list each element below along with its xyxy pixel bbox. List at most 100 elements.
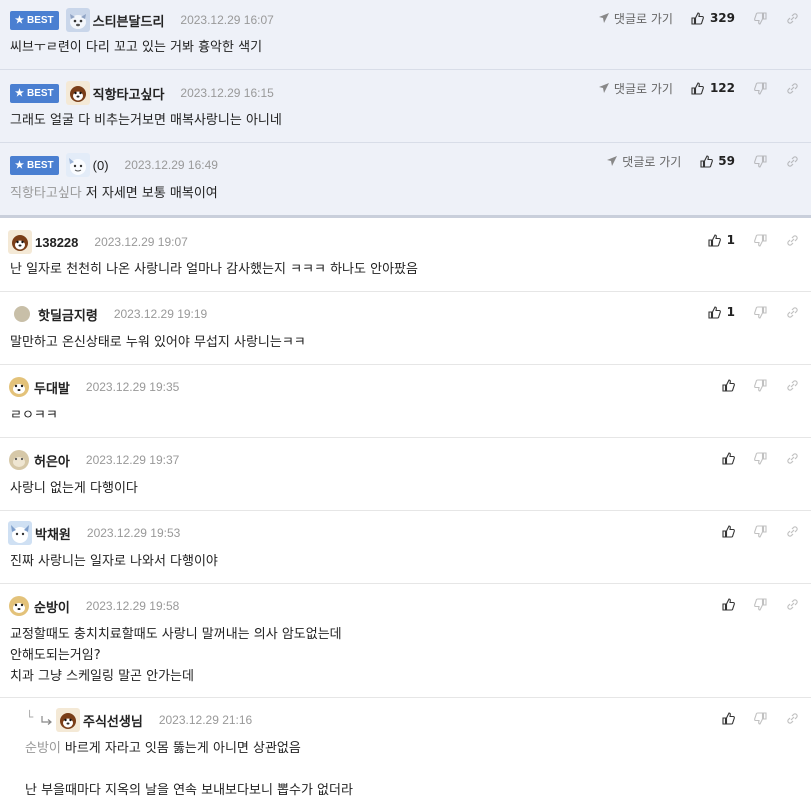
thumbs-down-icon[interactable] [753, 524, 767, 538]
best-badge: ★ BEST [10, 155, 59, 175]
like-button[interactable]: 1 [708, 233, 735, 247]
thumbs-up-icon [699, 154, 713, 168]
best-comment: ★ BEST 스티븐달드리 2023.12.29 16:07 댓글로 가기 329… [0, 0, 811, 70]
like-button[interactable] [721, 711, 735, 725]
comment-item: 두대발 2023.12.29 19:35 ㄹㅇㅋㅋ [0, 365, 811, 438]
thumbs-up-icon [721, 711, 735, 725]
like-count: 1 [726, 305, 735, 319]
like-button[interactable]: 122 [691, 81, 735, 95]
like-button[interactable] [721, 524, 735, 538]
best-badge: ★ BEST [10, 83, 59, 103]
thumbs-up-icon [708, 233, 722, 247]
thumbs-down-icon[interactable] [753, 378, 767, 392]
best-comment: ★ BEST (0) 2023.12.29 16:49 댓글로 가기 59 직항타… [0, 143, 811, 218]
thumbs-down-icon[interactable] [753, 233, 767, 247]
star-icon: ★ [15, 87, 24, 99]
arrow-icon [597, 81, 611, 95]
link-icon[interactable] [785, 451, 799, 465]
comment-text: ㄹㅇㅋㅋ [10, 408, 58, 423]
nickname[interactable]: 주식선생님 [83, 711, 143, 730]
link-icon[interactable] [785, 233, 799, 247]
thumbs-down-icon[interactable] [753, 597, 767, 611]
mention[interactable]: 순방이 [25, 741, 61, 756]
nickname[interactable]: 순방이 [34, 597, 70, 616]
avatar[interactable] [8, 595, 30, 617]
best-badge: ★ BEST [10, 10, 59, 30]
comment-date: 2023.12.29 19:37 [85, 453, 180, 467]
thumbs-down-icon[interactable] [753, 81, 767, 95]
comment-text: 교정할때도 충치치료할때도 사랑니 말꺼내는 의사 암도없는데 안해도되는거임?… [10, 627, 342, 684]
link-icon[interactable] [785, 711, 799, 725]
like-button[interactable] [721, 451, 735, 465]
comment-text: 말만하고 온신상태로 누워 있어야 무섭지 사랑니는ㅋㅋ [10, 335, 306, 350]
avatar[interactable] [8, 230, 32, 254]
go-to-comment-link[interactable]: 댓글로 가기 [605, 153, 681, 170]
comment-date: 2023.12.29 19:19 [113, 307, 208, 321]
reply-item: └ 주식선생님 2023.12.29 21:16 순방이 바르게 자라고 잇몸 뚫… [0, 698, 811, 808]
comment-text: 씨브ㅜㄹ련이 다리 꼬고 있는 거봐 흉악한 색기 [10, 40, 263, 55]
comment-item: 138228 2023.12.29 19:07 1 난 일자로 천천히 나온 사… [0, 218, 811, 292]
comment-text: 난 일자로 천천히 나온 사랑니라 얼마나 감사했는지 ㅋㅋㅋ 하나도 안아팠음 [10, 262, 418, 277]
comment-date: 2023.12.29 19:07 [94, 235, 188, 249]
avatar[interactable] [14, 306, 30, 322]
thumbs-down-icon[interactable] [753, 451, 767, 465]
like-count: 329 [709, 11, 735, 25]
comment-date: 2023.12.29 19:58 [85, 599, 180, 613]
comment-list: ★ BEST 스티븐달드리 2023.12.29 16:07 댓글로 가기 329… [0, 0, 811, 810]
thumbs-down-icon[interactable] [753, 11, 767, 25]
avatar[interactable] [65, 153, 90, 177]
like-button[interactable] [721, 378, 735, 392]
thumbs-down-icon[interactable] [753, 711, 767, 725]
link-icon[interactable] [785, 305, 799, 319]
comment-date: 2023.12.29 16:07 [180, 13, 274, 27]
link-icon[interactable] [785, 81, 799, 95]
nickname[interactable]: 직항타고싶다 [93, 84, 165, 103]
nickname[interactable]: (0) [93, 158, 109, 173]
like-count: 59 [718, 154, 735, 168]
thumbs-down-icon[interactable] [753, 154, 767, 168]
avatar[interactable] [8, 449, 30, 471]
link-icon[interactable] [785, 597, 799, 611]
star-icon: ★ [15, 159, 24, 171]
nickname[interactable]: 박채원 [35, 524, 71, 543]
link-icon[interactable] [785, 11, 799, 25]
link-icon[interactable] [785, 154, 799, 168]
comment-date: 2023.12.29 16:15 [180, 86, 274, 100]
nickname[interactable]: 허은아 [34, 451, 70, 470]
comment-item: 허은아 2023.12.29 19:37 사랑니 없는게 다행이다 [0, 438, 811, 511]
nickname[interactable]: 두대발 [34, 378, 70, 397]
thumbs-up-icon [721, 597, 735, 611]
comment-date: 2023.12.29 16:49 [124, 158, 218, 172]
like-count: 122 [709, 81, 735, 95]
avatar[interactable] [65, 8, 90, 32]
avatar[interactable] [65, 81, 90, 105]
avatar[interactable] [56, 708, 80, 732]
comment-item: 핫딜금지령 2023.12.29 19:19 1 말만하고 온신상태로 누워 있… [0, 292, 811, 365]
like-button[interactable] [721, 597, 735, 611]
link-icon[interactable] [785, 524, 799, 538]
comment-text: 진짜 사랑니는 일자로 나와서 다행이야 [10, 554, 218, 569]
comment-date: 2023.12.29 21:16 [158, 713, 253, 727]
go-to-comment-link[interactable]: 댓글로 가기 [597, 80, 673, 97]
go-to-comment-link[interactable]: 댓글로 가기 [597, 10, 673, 27]
reply-arrow-icon: └ [26, 710, 34, 724]
arrow-icon [597, 11, 611, 25]
nickname[interactable]: 핫딜금지령 [38, 305, 98, 324]
mention[interactable]: 직항타고싶다 [10, 186, 82, 201]
like-button[interactable]: 329 [691, 11, 735, 25]
like-button[interactable]: 59 [699, 154, 735, 168]
best-comment: ★ BEST 직항타고싶다 2023.12.29 16:15 그래도 얼굴 다 비… [0, 70, 811, 143]
thumbs-up-icon [721, 451, 735, 465]
star-icon: ★ [15, 14, 24, 26]
avatar[interactable] [8, 376, 30, 398]
nickname[interactable]: 스티븐달드리 [93, 11, 165, 30]
avatar[interactable] [8, 521, 32, 545]
nickname[interactable]: 138228 [35, 235, 78, 250]
thumbs-down-icon[interactable] [753, 305, 767, 319]
comment-date: 2023.12.29 19:35 [85, 380, 180, 394]
like-button[interactable]: 1 [708, 305, 735, 319]
comment-item: 순방이 2023.12.29 19:58 교정할때도 충치치료할때도 사랑니 말… [0, 584, 811, 698]
comment-text: 직항타고싶다 저 자세면 보통 매복이여 [10, 186, 218, 201]
link-icon[interactable] [785, 378, 799, 392]
comment-text: 순방이 바르게 자라고 잇몸 뚫는게 아니면 상관없음 난 부을때마다 지옥의 날… [25, 741, 353, 798]
